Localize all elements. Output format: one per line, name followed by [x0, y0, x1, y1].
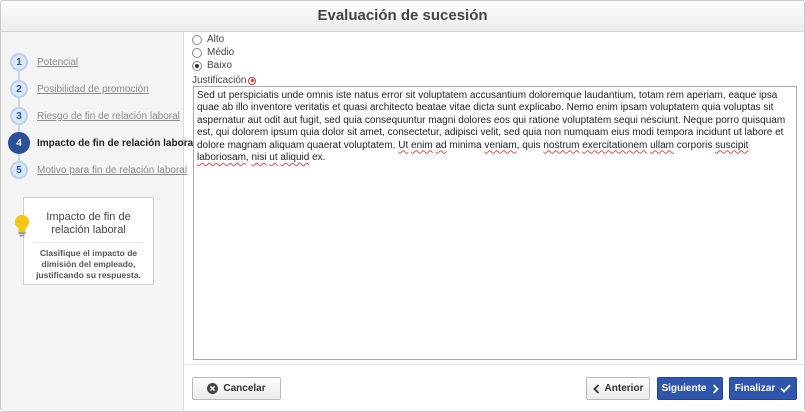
cancel-label: Cancelar — [223, 383, 266, 394]
finish-label: Finalizar — [734, 383, 776, 394]
text-segment: corporis — [673, 139, 716, 151]
justification-textarea[interactable]: Sed ut perspiciatis unde omnis iste natu… — [193, 86, 797, 360]
info-title: Impacto de fin de relación laboral — [34, 211, 143, 243]
chevron-left-icon — [592, 383, 600, 394]
previous-button[interactable]: Anterior — [586, 377, 650, 400]
main-content: Alto Médio Baixo Justificación Sed ut pe… — [185, 32, 804, 411]
misspelled-word: laboriosam — [197, 152, 246, 164]
step-label[interactable]: Posibilidad de promoción — [37, 84, 149, 95]
misspelled-word: nostrum — [543, 139, 580, 151]
dialog-title: Evaluación de sucesión — [1, 1, 804, 32]
text-segment: minima — [446, 139, 485, 151]
step-number: 4 — [8, 132, 30, 154]
misspelled-word: ut — [269, 152, 278, 164]
step-label: Impacto de fin de relación laboral — [37, 137, 196, 149]
step-number: 1 — [10, 53, 28, 71]
info-text: Clasifique el impacto de dimisión del em… — [36, 248, 141, 280]
misspelled-word: aliquid — [280, 152, 310, 164]
steps-sidebar: 1 Potencial 2 Posibilidad de promoción 3… — [1, 32, 196, 411]
step-posibilidad-promocion[interactable]: 2 Posibilidad de promoción — [10, 79, 149, 99]
radio-label[interactable]: Alto — [207, 34, 224, 45]
misspelled-word: ullam — [650, 139, 674, 151]
misspelled-word: ad — [435, 139, 447, 151]
lightbulb-icon — [15, 215, 29, 237]
next-label: Siguiente — [661, 383, 707, 394]
radio-label[interactable]: Médio — [207, 47, 234, 58]
misspelled-word: Ut — [398, 139, 409, 151]
previous-label: Anterior — [604, 383, 644, 394]
step-label[interactable]: Motivo para fin de relación laboral — [37, 165, 187, 176]
evaluation-dialog: Evaluación de sucesión 1 Potencial 2 Pos… — [0, 0, 805, 412]
step-number: 3 — [10, 107, 28, 125]
cancel-x-icon — [207, 383, 219, 394]
radio-alto[interactable] — [192, 34, 202, 45]
finish-button[interactable]: Finalizar — [729, 377, 797, 400]
required-icon — [248, 76, 257, 85]
step-riesgo-fin-relacion[interactable]: 3 Riesgo de fin de relación laboral — [10, 106, 180, 126]
radio-option-baixo[interactable]: Baixo — [192, 59, 232, 72]
checkmark-icon — [780, 384, 791, 393]
misspelled-word: suscipit — [715, 139, 749, 151]
step-number: 2 — [10, 80, 28, 98]
justification-label-text: Justificación — [192, 75, 247, 86]
justification-label: Justificación — [192, 75, 257, 86]
radio-baixo[interactable] — [192, 60, 202, 71]
step-motivo-fin-relacion[interactable]: 5 Motivo para fin de relación laboral — [10, 160, 187, 180]
misspelled-word: veniam — [484, 139, 517, 151]
next-button[interactable]: Siguiente — [657, 377, 723, 400]
radio-option-alto[interactable]: Alto — [192, 33, 224, 46]
chevron-right-icon — [712, 383, 719, 394]
step-number: 5 — [10, 161, 28, 179]
misspelled-word: exercitationem — [582, 139, 648, 151]
step-potencial[interactable]: 1 Potencial — [10, 52, 78, 72]
step-label[interactable]: Riesgo de fin de relación laboral — [37, 111, 180, 122]
step-info-box: Impacto de fin de relación laboral Clasi… — [15, 197, 154, 285]
footer-divider — [185, 364, 804, 365]
radio-option-medio[interactable]: Médio — [192, 46, 234, 59]
misspelled-word: nisi — [251, 152, 267, 164]
text-segment: ex. — [309, 152, 326, 164]
step-label[interactable]: Potencial — [37, 57, 78, 68]
step-impacto-fin-relacion: 4 Impacto de fin de relación laboral — [8, 132, 196, 154]
radio-medio[interactable] — [192, 47, 202, 58]
text-segment: , quis — [516, 139, 544, 151]
radio-label[interactable]: Baixo — [207, 60, 232, 71]
misspelled-word: enim — [411, 139, 433, 151]
cancel-button[interactable]: Cancelar — [192, 377, 281, 400]
